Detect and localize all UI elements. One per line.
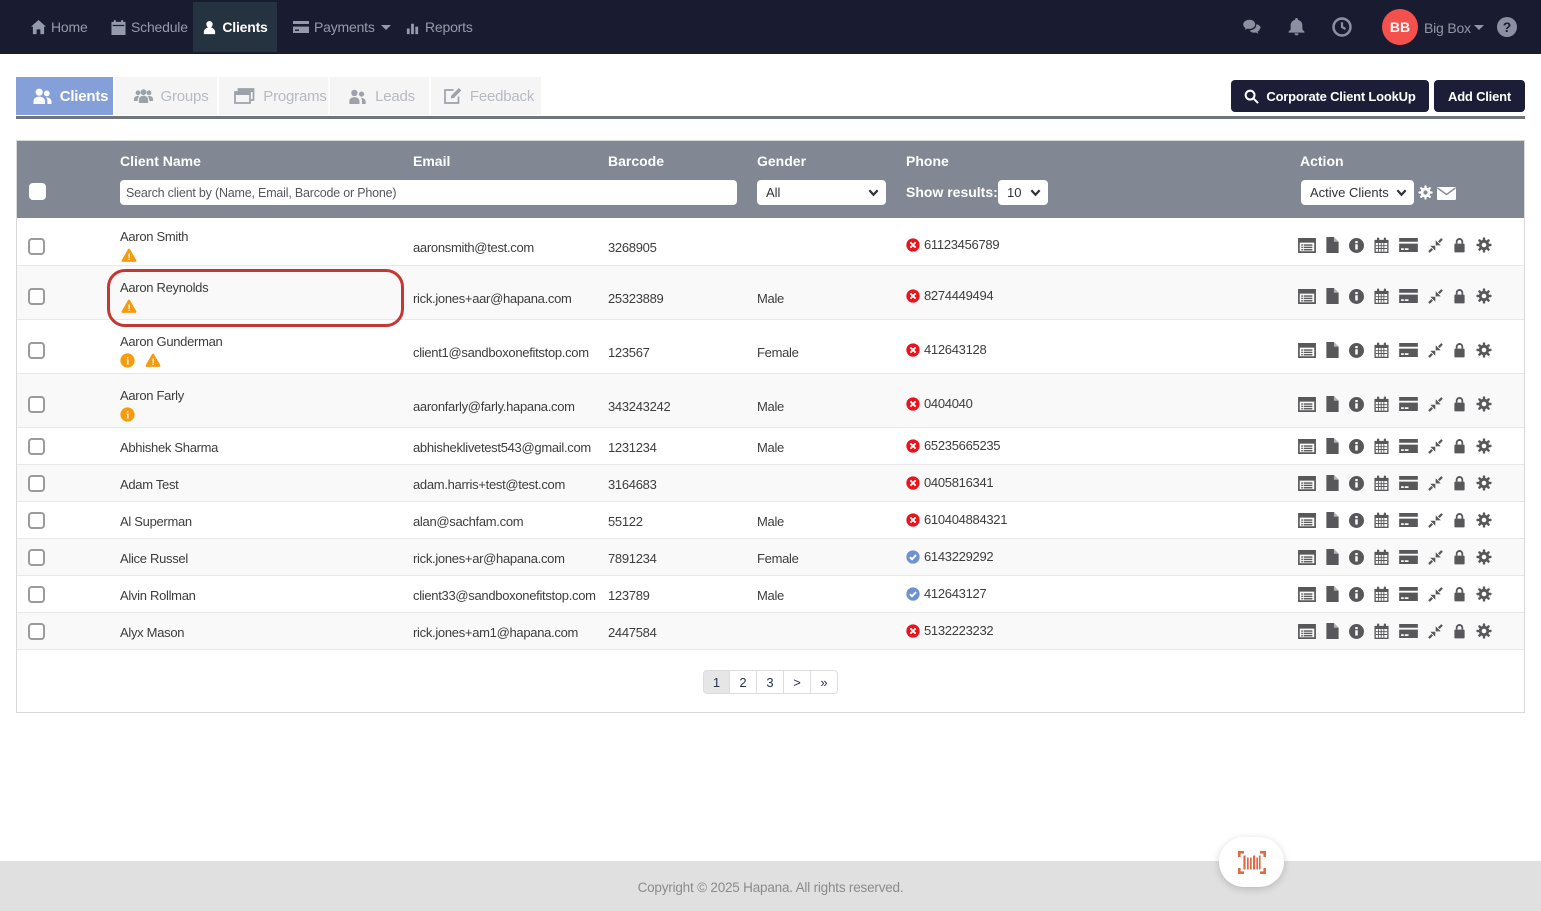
svg-text:i: i [126,356,129,367]
svg-text:!: ! [152,357,155,367]
svg-text:i: i [126,410,129,421]
svg-text:!: ! [128,252,131,262]
svg-text:?: ? [1503,19,1512,35]
